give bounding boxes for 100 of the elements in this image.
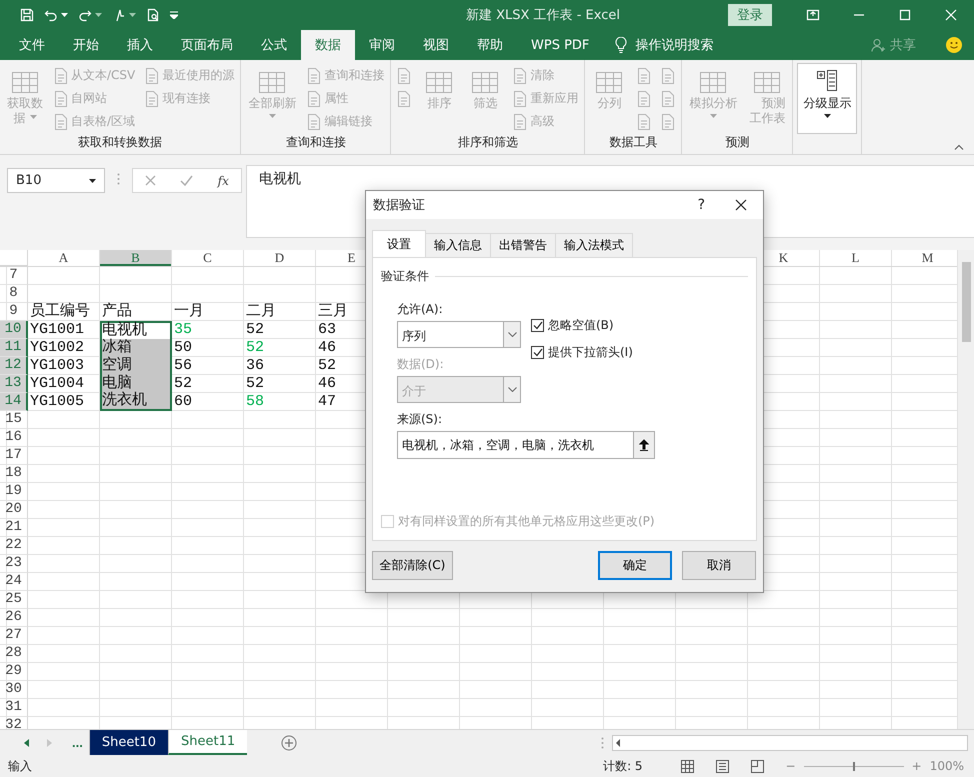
table-cell: 电视机: [100, 321, 172, 339]
sheet-tab[interactable]: Sheet11: [168, 730, 248, 755]
collapse-ribbon-icon[interactable]: [954, 144, 964, 150]
page-break-icon[interactable]: [750, 760, 764, 772]
dropdown-field[interactable]: 序列: [397, 321, 521, 348]
row-header[interactable]: 12: [0, 357, 28, 375]
row-header[interactable]: 31: [0, 699, 28, 717]
row-header[interactable]: 18: [0, 465, 28, 483]
menu-tab[interactable]: 开始: [59, 30, 113, 60]
menu-tab[interactable]: 审阅: [355, 30, 409, 60]
table-cell-text: 58: [245, 393, 266, 411]
table-cell-text: 二月: [245, 303, 277, 321]
menu-tab[interactable]: 插入: [113, 30, 167, 60]
menu-tab[interactable]: 数据: [301, 30, 355, 60]
dialog-tab[interactable]: 输入法模式: [555, 233, 633, 257]
ribbon-button[interactable]: 分级显示: [797, 63, 858, 134]
row-header[interactable]: 29: [0, 663, 28, 681]
dialog-button[interactable]: 确定: [598, 551, 672, 580]
column-header[interactable]: B: [100, 250, 172, 266]
search-field[interactable]: 操作说明搜索: [635, 36, 714, 54]
maximize-icon[interactable]: [898, 8, 912, 22]
checkbox[interactable]: [531, 319, 544, 332]
table-cell-text: 50: [173, 339, 194, 357]
help-button[interactable]: ?: [698, 197, 705, 213]
print-preview-icon[interactable]: [146, 8, 160, 22]
zoom-slider[interactable]: [852, 762, 855, 770]
dialog-button[interactable]: 全部清除(C): [372, 551, 453, 580]
redo-icon[interactable]: [78, 8, 92, 22]
row-header[interactable]: 7: [0, 267, 28, 285]
login-button[interactable]: 登录: [728, 4, 772, 26]
row-header[interactable]: 17: [0, 447, 28, 465]
lightbulb-icon[interactable]: [615, 37, 628, 53]
menu-tab[interactable]: 页面布局: [167, 30, 247, 60]
field-label: 数据(D):: [397, 356, 445, 373]
row-header[interactable]: 28: [0, 645, 28, 663]
row-header[interactable]: 14: [0, 393, 28, 411]
dialog-tab[interactable]: 设置: [372, 230, 426, 257]
row-header[interactable]: 22: [0, 537, 28, 555]
add-sheet-icon[interactable]: [281, 734, 298, 750]
page-icon: [513, 114, 528, 130]
group-label: 排序和筛选: [458, 135, 518, 149]
row-header[interactable]: 27: [0, 627, 28, 645]
source-field[interactable]: 电视机，冰箱，空调，电脑，洗衣机: [397, 431, 633, 459]
name-box[interactable]: B10: [7, 168, 105, 193]
insert-function-button[interactable]: fx: [218, 174, 229, 188]
vertical-scrollbar[interactable]: [957, 250, 974, 729]
horizontal-scrollbar[interactable]: [612, 734, 968, 750]
check-icon[interactable]: [180, 175, 194, 186]
page-layout-icon[interactable]: [716, 760, 729, 772]
drag-handle-icon[interactable]: [117, 173, 120, 185]
normal-view-icon[interactable]: [680, 760, 694, 772]
table-cell-text: 52: [245, 321, 266, 339]
smiley-icon[interactable]: [946, 37, 962, 53]
checkbox[interactable]: [531, 346, 544, 359]
previous-sheet-icon[interactable]: [24, 738, 29, 746]
table-cell-text: 52: [245, 339, 266, 357]
menu-tab[interactable]: WPS PDF: [517, 30, 604, 60]
row-header[interactable]: 13: [0, 375, 28, 393]
row-header[interactable]: 24: [0, 573, 28, 591]
page-icon: [54, 90, 68, 106]
page-icon: [661, 90, 676, 106]
table-cell-text: 60: [173, 393, 194, 411]
row-header[interactable]: 10: [0, 321, 28, 339]
page-icon: [397, 90, 412, 106]
ribbon-display-icon[interactable]: [806, 8, 820, 22]
row-header[interactable]: 16: [0, 429, 28, 447]
row-header[interactable]: 21: [0, 519, 28, 537]
row-header[interactable]: 11: [0, 339, 28, 357]
row-header[interactable]: 26: [0, 609, 28, 627]
page-icon: [661, 68, 676, 84]
menu-tab[interactable]: 视图: [409, 30, 463, 60]
table-cell-text: 46: [317, 339, 338, 357]
table-cell-text: YG1004: [29, 375, 86, 393]
close-icon[interactable]: [735, 199, 747, 211]
menu-tab[interactable]: 帮助: [463, 30, 517, 60]
more-sheets-button[interactable]: ...: [66, 730, 89, 755]
table-cell-text: 52: [317, 357, 338, 375]
table-cell: 洗衣机: [100, 393, 172, 411]
row-header[interactable]: 25: [0, 591, 28, 609]
field-label: 允许(A):: [397, 301, 444, 318]
page-icon: [637, 90, 652, 106]
save-icon[interactable]: [20, 8, 34, 22]
row-header[interactable]: 30: [0, 681, 28, 699]
page-icon: [637, 68, 652, 84]
page-icon: [661, 114, 676, 130]
undo-icon[interactable]: [44, 8, 58, 22]
drag-handle-icon[interactable]: [601, 736, 604, 748]
customize-icon[interactable]: [170, 11, 178, 19]
menu-tab[interactable]: 文件: [5, 30, 59, 60]
page-icon: [637, 114, 652, 130]
row-header[interactable]: 20: [0, 501, 28, 519]
collapse-dialog-button[interactable]: [633, 431, 655, 459]
row-header[interactable]: 8: [0, 285, 28, 303]
page-icon: [307, 68, 322, 84]
row-header[interactable]: 23: [0, 555, 28, 573]
row-header[interactable]: 19: [0, 483, 28, 501]
dialog-button[interactable]: 取消: [682, 551, 756, 580]
sheet-tab[interactable]: Sheet10: [88, 730, 168, 755]
row-header[interactable]: 15: [0, 411, 28, 429]
menu-tab[interactable]: 公式: [247, 30, 301, 60]
